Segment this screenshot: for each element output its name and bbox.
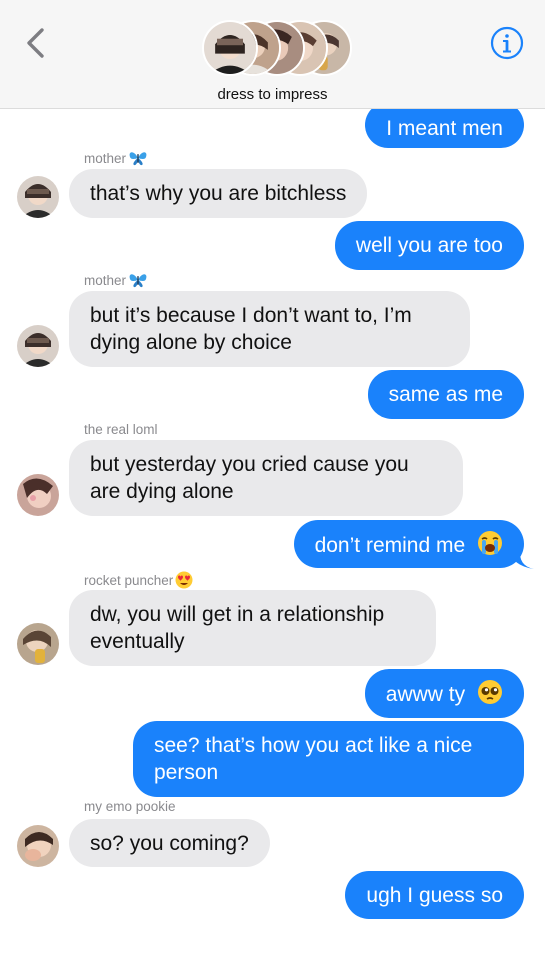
loudly-crying-face-emoji bbox=[478, 531, 502, 555]
sender-avatar[interactable] bbox=[17, 825, 59, 867]
sender-avatar[interactable] bbox=[17, 176, 59, 218]
butterfly-emoji bbox=[129, 274, 147, 288]
sender-name: mother bbox=[84, 272, 148, 288]
sender-name: mother bbox=[84, 150, 148, 166]
sender-name: my emo pookie bbox=[84, 799, 176, 814]
message-bubble-incoming[interactable]: dw, you will get in a relationship event… bbox=[69, 590, 436, 666]
sender-avatar[interactable] bbox=[17, 623, 59, 665]
sender-name: rocket puncher bbox=[84, 571, 193, 589]
info-circle-icon bbox=[490, 26, 524, 60]
message-bubble-incoming[interactable]: but yesterday you cried cause you are dy… bbox=[69, 440, 463, 516]
message-bubble-outgoing[interactable]: same as me bbox=[367, 370, 524, 419]
info-button[interactable] bbox=[490, 26, 524, 60]
message-bubble-outgoing[interactable]: awww ty bbox=[364, 669, 524, 718]
sender-avatar[interactable] bbox=[17, 325, 59, 367]
bubble-tail-outgoing bbox=[508, 548, 534, 569]
sender-avatar[interactable] bbox=[17, 474, 59, 516]
chevron-left-icon bbox=[27, 28, 44, 58]
message-bubble-outgoing[interactable]: ugh I guess so bbox=[345, 871, 524, 919]
butterfly-emoji bbox=[129, 152, 147, 166]
message-bubble-outgoing[interactable]: well you are too bbox=[334, 221, 524, 270]
pleading-face-emoji bbox=[478, 680, 502, 704]
message-bubble-incoming[interactable]: that’s why you are bitchless bbox=[69, 169, 368, 218]
message-bubble-incoming[interactable]: so? you coming? bbox=[69, 819, 270, 867]
heart-eyes-emoji bbox=[175, 571, 193, 589]
message-bubble-outgoing[interactable]: don’t remind me bbox=[293, 520, 524, 568]
back-button[interactable] bbox=[22, 26, 52, 60]
group-name[interactable]: dress to impress bbox=[0, 86, 545, 103]
group-avatar-stack[interactable] bbox=[202, 20, 352, 80]
message-bubble-outgoing[interactable]: see? that’s how you act like a nice pers… bbox=[133, 721, 524, 797]
message-thread[interactable]: I meant men mother that’s why you are bi… bbox=[0, 0, 545, 960]
group-member-avatar bbox=[202, 20, 258, 76]
conversation-header: dress to impress bbox=[0, 0, 545, 109]
sender-name: the real loml bbox=[84, 422, 158, 437]
message-bubble-incoming[interactable]: but it’s because I don’t want to, I’m dy… bbox=[69, 291, 470, 367]
